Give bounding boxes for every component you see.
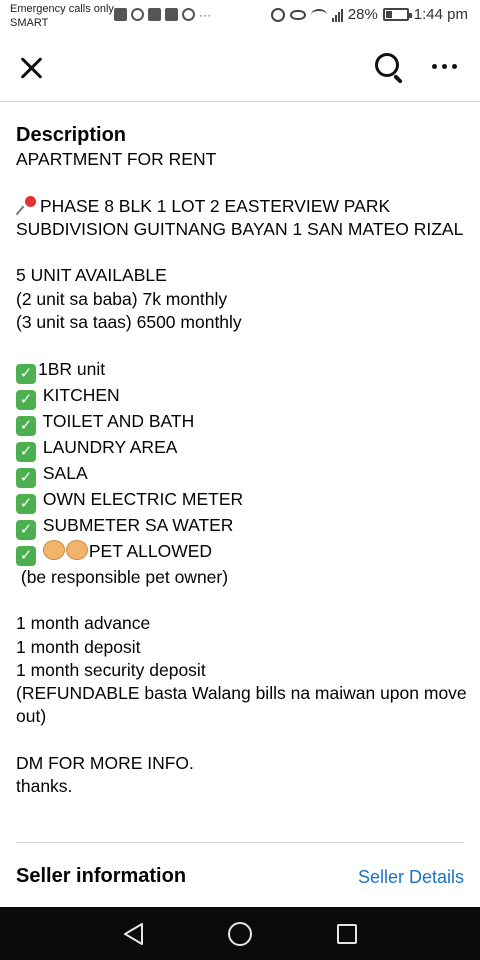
pushpin-icon [16,195,38,215]
alarm-icon [270,7,285,22]
back-icon[interactable] [122,922,146,946]
section-divider [16,842,464,843]
carrier-text: Emergency calls only SMART [10,2,120,30]
amenity-text: LAUNDRY AREA [38,436,178,457]
dog-face-icon [42,539,65,560]
checkmark-icon: ✓ [16,467,36,488]
amenity-text: PET ALLOWED [88,540,213,561]
description-blank-line [16,334,468,357]
description-line: 1 month deposit [16,636,141,657]
status-bar: Emergency calls only SMART ··· 28% 1:44 … [0,0,480,34]
battery-percent: 28% [347,6,378,23]
messenger-icon [131,8,144,21]
facebook-icon [114,8,127,21]
seller-information-row: Seller information Seller Details [16,862,464,890]
description-title: Description [16,124,127,146]
more-notifications-icon: ··· [199,7,211,22]
checkmark-icon: ✓ [16,415,36,436]
description-address: PHASE 8 BLK 1 LOT 2 EASTERVIEW PARK SUBD… [16,195,468,242]
amenity-item: ✓ PET ALLOWED [16,539,468,566]
description-line: 1 month advance [16,613,151,634]
mail-icon [148,8,161,21]
description-line: (2 unit sa baba) 7k monthly [16,288,228,309]
description-line: (be responsible pet owner) [16,566,229,587]
top-app-bar [0,34,480,102]
cat-face-icon [65,539,88,560]
amenity-item: ✓ SUBMETER SA WATER [16,514,468,540]
checkmark-icon: ✓ [16,493,36,514]
description-blank-line [16,589,468,612]
description-line: thanks. [16,776,73,797]
eye-comfort-icon [289,9,306,20]
description-blank-line [16,729,468,752]
youtube-icon [165,8,178,21]
notification-icons: ··· [114,8,213,21]
description-line: (REFUNDABLE basta Walang bills na maiwan… [16,683,467,727]
carrier-line-2: SMART [10,17,49,29]
amenity-text: OWN ELECTRIC METER [38,488,244,509]
recent-apps-icon[interactable] [337,924,357,944]
amenity-text: TOILET AND BATH [38,410,195,431]
description-line: APARTMENT FOR RENT [16,149,217,169]
description-blank-line [16,171,468,194]
amenity-item: ✓ TOILET AND BATH [16,410,468,436]
amenity-text: SALA [38,462,88,483]
checkmark-icon: ✓ [16,519,36,540]
checkmark-icon: ✓ [16,441,36,462]
battery-fill [385,11,392,18]
clock: 1:44 pm [413,6,468,23]
system-navigation-bar [0,907,480,960]
description-line: (3 unit sa taas) 6500 monthly [16,312,242,333]
amenity-item: ✓ LAUNDRY AREA [16,436,468,462]
battery-icon [382,8,412,21]
checkmark-icon: ✓ [16,389,36,410]
amenity-text: 1BR unit [38,358,106,379]
checkmark-icon: ✓ [16,363,36,384]
close-icon[interactable] [18,54,46,82]
amenity-item: ✓ 1BR unit [16,358,468,384]
home-icon[interactable] [228,922,252,946]
description-line: 5 UNIT AVAILABLE [16,265,167,286]
amenity-item: ✓ SALA [16,462,468,488]
checkmark-icon: ✓ [16,545,36,566]
description-blank-line [16,241,468,264]
more-options-icon[interactable] [432,60,462,72]
amenity-text: SUBMETER SA WATER [38,514,234,535]
amenity-item: ✓ OWN ELECTRIC METER [16,488,468,514]
search-icon[interactable] [372,50,406,84]
description-line: DM FOR MORE INFO. [16,753,194,774]
address-text: PHASE 8 BLK 1 LOT 2 EASTERVIEW PARK SUBD… [16,195,464,239]
seller-information-title: Seller information [16,865,187,887]
description-line: 1 month security deposit [16,659,206,680]
carrier-line-1: Emergency calls only [10,3,114,15]
listing-description: Description APARTMENT FOR RENT PHASE 8 B… [16,122,468,799]
app-icon [182,8,195,21]
signal-icon [331,8,343,22]
seller-details-link[interactable]: Seller Details [358,864,464,890]
amenity-text: KITCHEN [38,384,120,405]
wifi-icon [310,8,327,21]
status-indicators: 28% 1:44 pm [270,6,468,23]
amenity-item: ✓ KITCHEN [16,384,468,410]
